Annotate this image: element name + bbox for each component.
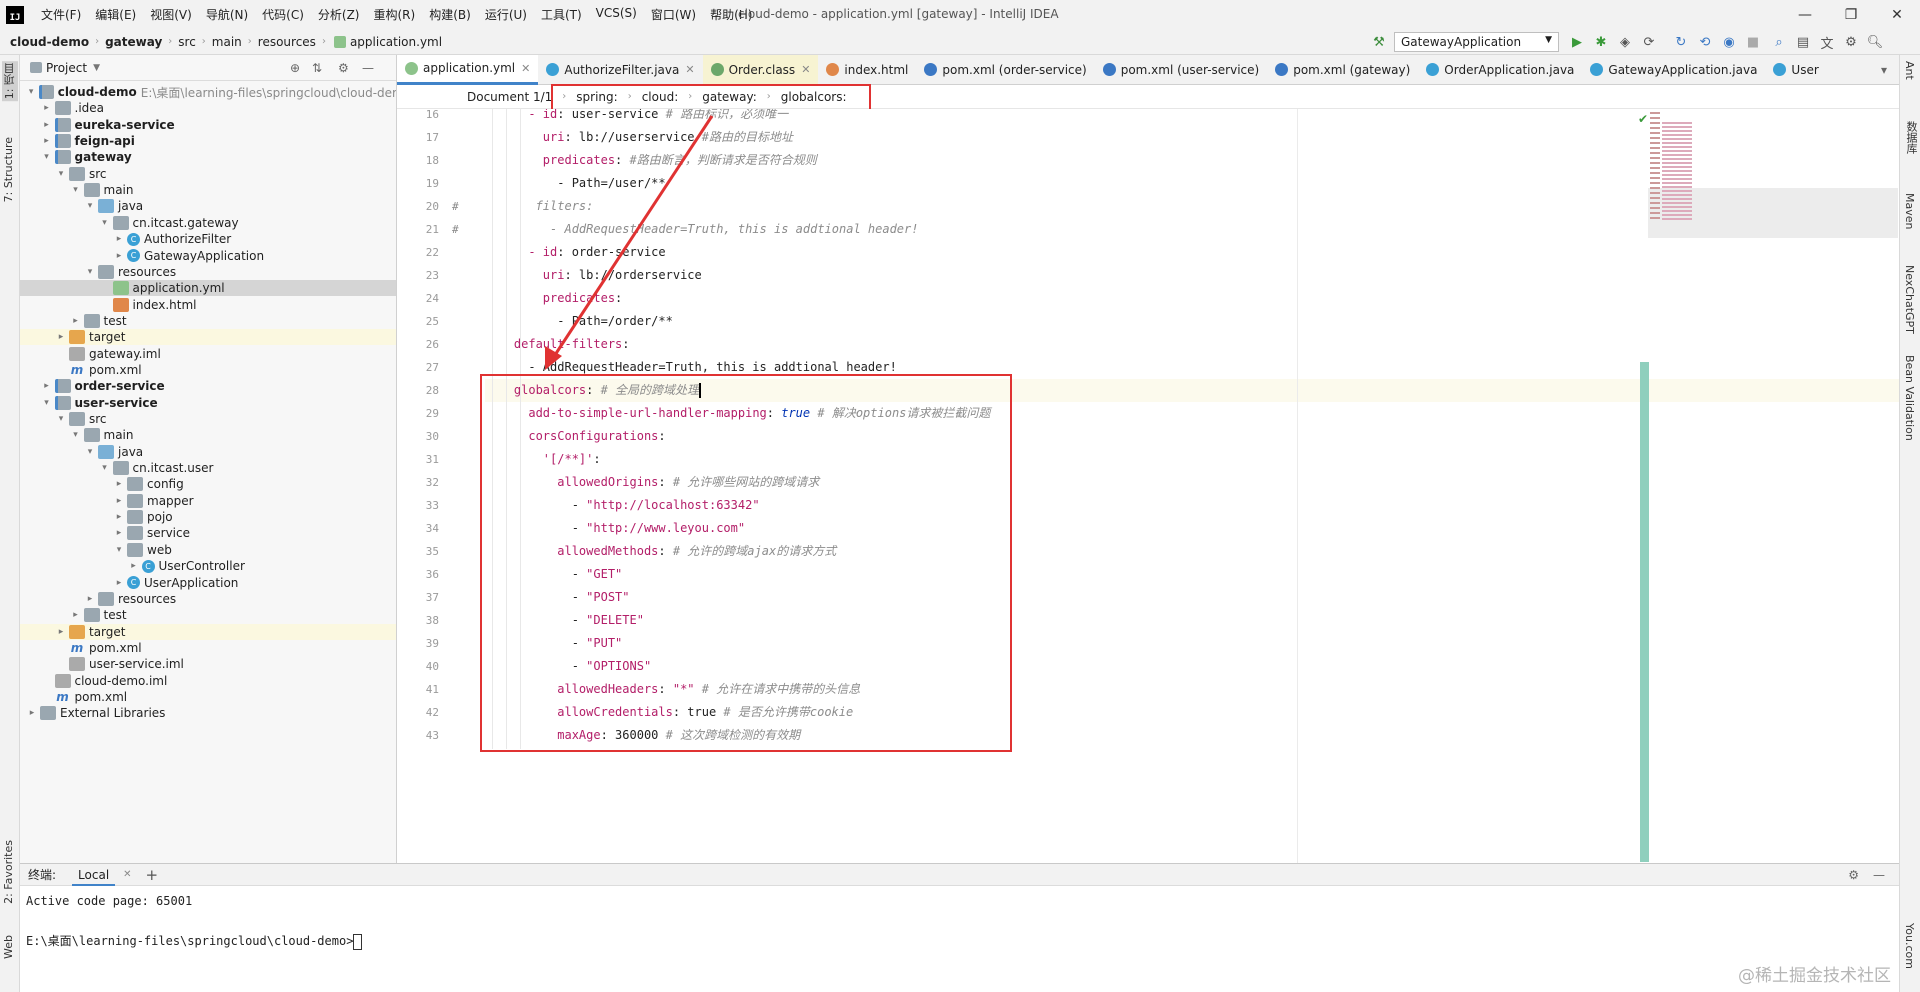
gear-icon[interactable]: ⚙ xyxy=(1848,868,1859,882)
annotation-arrow xyxy=(545,115,714,370)
terminal-output: Active code page: 65001 xyxy=(26,894,193,908)
watermark: @稀土掘金技术社区 xyxy=(1738,966,1891,986)
terminal-tab-local[interactable]: Local xyxy=(72,864,116,886)
terminal-header: 终端: Local ✕ + ⚙ — xyxy=(20,864,1899,886)
terminal-panel: 终端: Local ✕ + ⚙ — Active code page: 6500… xyxy=(20,863,1899,992)
hide-icon[interactable]: — xyxy=(1873,868,1885,882)
terminal-title: 终端: xyxy=(28,868,57,882)
add-terminal-icon[interactable]: + xyxy=(146,866,159,884)
terminal-cursor xyxy=(353,933,363,950)
terminal-prompt[interactable]: E:\桌面\learning-files\springcloud\cloud-d… xyxy=(26,932,363,950)
terminal-prompt-text: E:\桌面\learning-files\springcloud\cloud-d… xyxy=(26,934,354,948)
close-tab-icon[interactable]: ✕ xyxy=(123,869,131,880)
